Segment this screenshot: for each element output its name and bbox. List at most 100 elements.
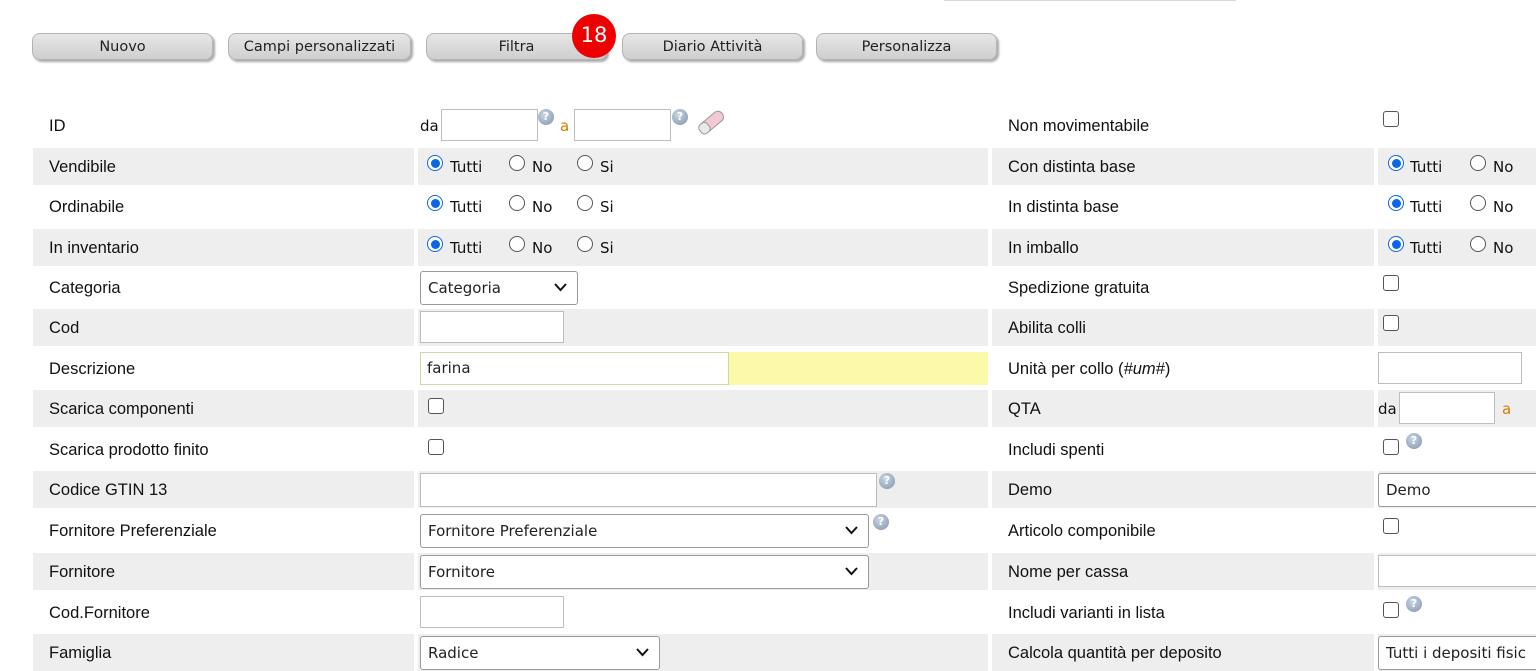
- eraser-icon[interactable]: [693, 109, 729, 135]
- in-distinta-no-radio[interactable]: [1470, 195, 1486, 211]
- personalizza-button[interactable]: Personalizza: [816, 33, 997, 60]
- non-movimentabile-checkbox[interactable]: [1383, 111, 1399, 127]
- chevron-down-icon: [845, 515, 858, 535]
- fornitore-select[interactable]: Fornitore: [420, 555, 869, 589]
- con-distinta-label: Con distinta base: [1008, 158, 1136, 176]
- cod-fornitore-label: Cod.Fornitore: [49, 604, 150, 622]
- in-distinta-label: In distinta base: [1008, 198, 1119, 216]
- filter-row-gtin: Codice GTIN 13 ? Demo Demo: [33, 471, 1536, 508]
- scarica-prodotto-checkbox[interactable]: [428, 439, 444, 455]
- ordinabile-tutti-radio[interactable]: [427, 195, 443, 211]
- spedizione-label: Spedizione gratuita: [1008, 279, 1150, 297]
- filter-row-fornitore-pref: Fornitore Preferenziale Fornitore Prefer…: [33, 512, 1536, 549]
- radio-label: No: [1493, 198, 1514, 216]
- inventario-tutti-radio[interactable]: [427, 236, 443, 252]
- nuovo-button[interactable]: Nuovo: [32, 33, 213, 60]
- varianti-checkbox[interactable]: [1383, 602, 1399, 618]
- qta-from-label: da: [1378, 400, 1397, 418]
- help-icon[interactable]: ?: [879, 473, 895, 489]
- filter-row-id: ID da ? a ? Non movimentabile: [33, 107, 1536, 144]
- campi-personalizzati-button[interactable]: Campi personalizzati: [228, 33, 411, 60]
- filter-count-badge: 18: [572, 14, 616, 58]
- help-icon[interactable]: ?: [1406, 433, 1422, 449]
- cod-input[interactable]: [420, 311, 564, 343]
- id-from-input[interactable]: [441, 109, 538, 141]
- unita-collo-label: Unità per collo (#um#): [1008, 360, 1171, 378]
- demo-select[interactable]: Demo: [1378, 473, 1536, 507]
- inventario-label: In inventario: [49, 239, 139, 257]
- fornitore-pref-label: Fornitore Preferenziale: [49, 522, 217, 540]
- radio-label: Tutti: [1410, 198, 1443, 216]
- chevron-down-icon: [636, 637, 649, 657]
- nome-cassa-input[interactable]: [1378, 555, 1536, 587]
- help-icon[interactable]: ?: [873, 514, 889, 530]
- radio-label: Si: [600, 198, 614, 216]
- componibile-checkbox[interactable]: [1383, 518, 1399, 534]
- scarica-componenti-checkbox[interactable]: [428, 398, 444, 414]
- con-distinta-tutti-radio[interactable]: [1388, 155, 1404, 171]
- scarica-componenti-label: Scarica componenti: [49, 400, 194, 418]
- cod-label: Cod: [49, 319, 80, 337]
- categoria-select[interactable]: Categoria: [420, 271, 578, 305]
- abilita-colli-checkbox[interactable]: [1383, 315, 1399, 331]
- in-imballo-no-radio[interactable]: [1470, 236, 1486, 252]
- includi-spenti-checkbox[interactable]: [1383, 439, 1399, 455]
- qta-from-input[interactable]: [1399, 392, 1495, 424]
- in-distinta-tutti-radio[interactable]: [1388, 195, 1404, 211]
- non-movimentabile-label: Non movimentabile: [1008, 117, 1150, 135]
- radio-label: No: [1493, 158, 1514, 176]
- fornitore-pref-select[interactable]: Fornitore Preferenziale: [420, 514, 869, 548]
- vendibile-tutti-radio[interactable]: [427, 155, 443, 171]
- id-label: ID: [49, 117, 66, 135]
- con-distinta-no-radio[interactable]: [1470, 155, 1486, 171]
- qta-to-label: a: [1502, 400, 1512, 418]
- cod-fornitore-input[interactable]: [420, 596, 564, 628]
- top-divider: [944, 0, 1236, 1]
- calcola-label: Calcola quantità per deposito: [1008, 644, 1222, 662]
- vendibile-no-radio[interactable]: [509, 155, 525, 171]
- fornitore-select-value: Fornitore: [428, 563, 495, 581]
- inventario-no-radio[interactable]: [509, 236, 525, 252]
- gtin-input[interactable]: [420, 473, 877, 507]
- filter-row-scarica-componenti: Scarica componenti QTA da a: [33, 390, 1536, 427]
- demo-label: Demo: [1008, 481, 1053, 499]
- id-to-input[interactable]: [574, 109, 671, 141]
- radio-label: Tutti: [1410, 239, 1443, 257]
- help-icon[interactable]: ?: [1406, 596, 1422, 612]
- inventario-si-radio[interactable]: [577, 236, 593, 252]
- unita-collo-input[interactable]: [1378, 352, 1522, 384]
- radio-label: Si: [600, 158, 614, 176]
- in-imballo-tutti-radio[interactable]: [1388, 236, 1404, 252]
- filter-row-cod: Cod Abilita colli: [33, 309, 1536, 346]
- ordinabile-no-radio[interactable]: [509, 195, 525, 211]
- qta-label: QTA: [1008, 400, 1041, 418]
- spedizione-checkbox[interactable]: [1383, 275, 1399, 291]
- radio-label: Tutti: [450, 158, 483, 176]
- categoria-select-value: Categoria: [428, 279, 502, 297]
- gtin-label: Codice GTIN 13: [49, 481, 168, 499]
- diario-attivita-button[interactable]: Diario Attività: [622, 33, 803, 60]
- abilita-colli-label: Abilita colli: [1008, 319, 1086, 337]
- filter-row-categoria: Categoria Categoria Spedizione gratuita: [33, 269, 1536, 306]
- famiglia-select[interactable]: Radice: [420, 636, 660, 670]
- deposito-select-value: Tutti i depositi fisic: [1386, 644, 1526, 662]
- radio-label: Si: [600, 239, 614, 257]
- ordinabile-si-radio[interactable]: [577, 195, 593, 211]
- radio-label: Tutti: [450, 239, 483, 257]
- fornitore-pref-select-value: Fornitore Preferenziale: [428, 522, 598, 540]
- filter-row-descrizione: Descrizione farina Unità per collo (#um#…: [33, 350, 1536, 387]
- help-icon[interactable]: ?: [538, 109, 554, 125]
- id-from-label: da: [420, 117, 439, 135]
- filter-row-cod-fornitore: Cod.Fornitore Includi varianti in lista …: [33, 594, 1536, 631]
- vendibile-si-radio[interactable]: [577, 155, 593, 171]
- chevron-down-icon: [845, 556, 858, 576]
- radio-label: No: [532, 158, 553, 176]
- in-imballo-label: In imballo: [1008, 239, 1079, 257]
- highlight-bar: [728, 352, 988, 385]
- varianti-label: Includi varianti in lista: [1008, 604, 1165, 622]
- filter-row-famiglia: Famiglia Radice Calcola quantità per dep…: [33, 634, 1536, 671]
- help-icon[interactable]: ?: [672, 109, 688, 125]
- deposito-select[interactable]: Tutti i depositi fisic: [1378, 636, 1536, 670]
- radio-label: No: [532, 198, 553, 216]
- descrizione-input[interactable]: farina: [420, 352, 729, 385]
